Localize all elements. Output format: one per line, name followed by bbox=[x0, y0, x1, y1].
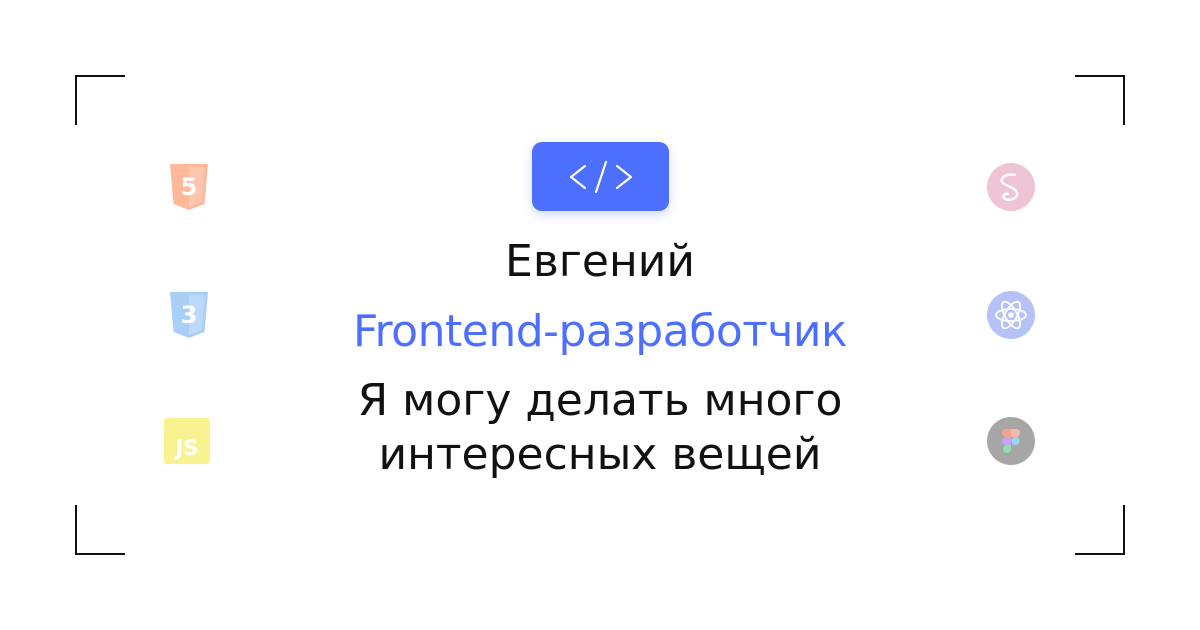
frame-corner-top-right bbox=[1075, 75, 1125, 125]
code-brackets-icon bbox=[569, 160, 632, 193]
sass-icon bbox=[986, 162, 1036, 212]
frame-corner-top-left bbox=[75, 75, 125, 125]
react-icon bbox=[986, 290, 1036, 340]
tagline-line-2: интересных вещей bbox=[378, 429, 822, 480]
figma-icon bbox=[986, 416, 1036, 466]
javascript-icon: JS bbox=[162, 416, 212, 466]
html5-icon: 5 bbox=[164, 162, 214, 212]
html5-label: 5 bbox=[181, 173, 198, 201]
frame-corner-bottom-right bbox=[1075, 505, 1125, 555]
profile-name: Евгений bbox=[505, 236, 695, 287]
code-badge bbox=[532, 142, 669, 211]
javascript-label: JS bbox=[174, 436, 199, 460]
css3-label: 3 bbox=[181, 301, 198, 329]
css3-icon: 3 bbox=[164, 290, 214, 340]
frame-corner-bottom-left bbox=[75, 505, 125, 555]
tagline-line-1: Я могу делать много bbox=[357, 375, 843, 426]
